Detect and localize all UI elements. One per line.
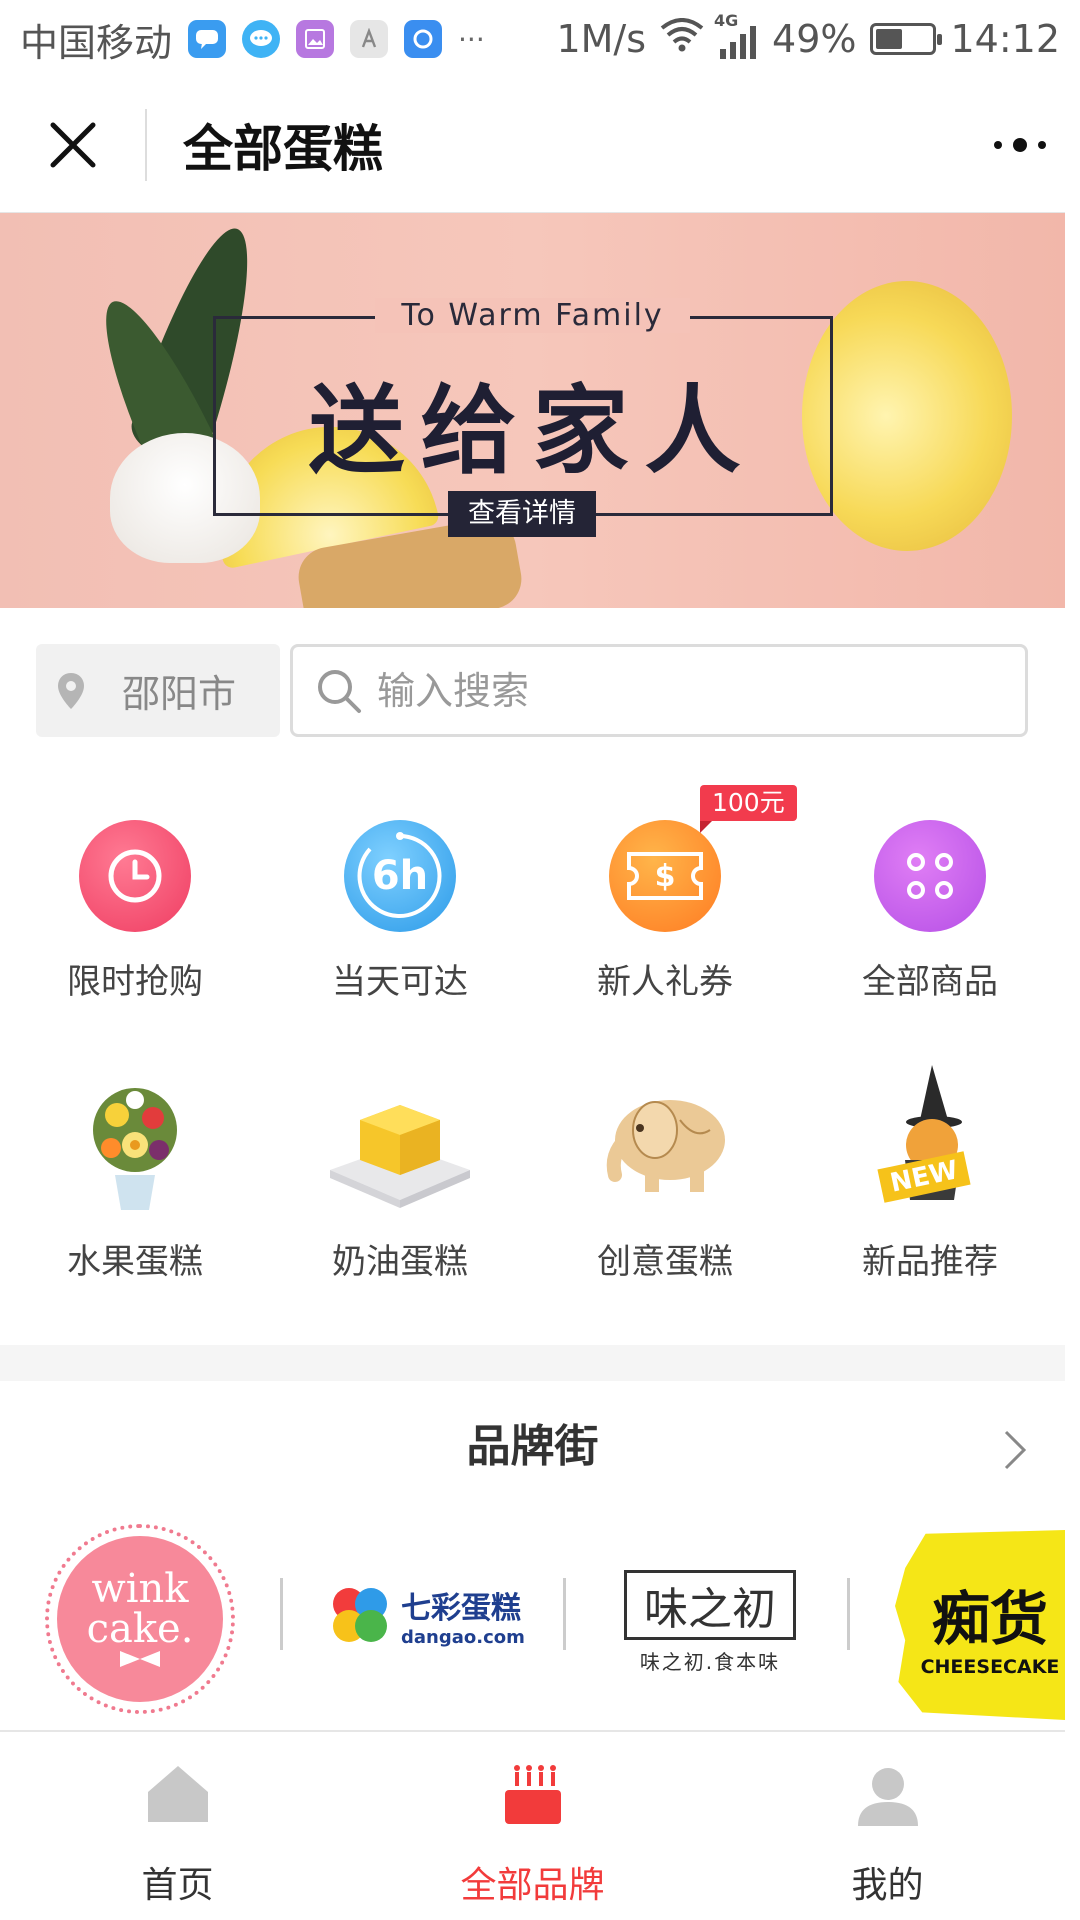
more-notifications-label: ··· — [458, 22, 485, 56]
category-same-day[interactable]: 6h 当天可达 — [265, 820, 535, 1050]
coupon-symbol: $ — [654, 858, 676, 894]
coupon-badge: 100元 — [700, 785, 797, 833]
wifi-icon — [660, 17, 704, 61]
category-new-arrivals[interactable]: NEW 新品推荐 — [795, 1060, 1065, 1290]
brand-street-more-button[interactable] — [996, 1420, 1036, 1480]
page-edge — [1065, 78, 1080, 1920]
search-icon — [318, 669, 361, 713]
battery-icon — [870, 23, 943, 55]
title-bar: 全部蛋糕 — [0, 78, 1080, 213]
chevron-right-icon — [1004, 1430, 1027, 1470]
clover-icon — [333, 1588, 387, 1642]
page-title: 全部蛋糕 — [183, 120, 383, 178]
cake-icon — [504, 1765, 561, 1824]
fruit-cake-image — [55, 1060, 215, 1220]
banner-subtitle: To Warm Family — [375, 298, 690, 333]
nav-mine[interactable]: 我的 — [710, 1732, 1065, 1920]
network-speed: 1M/s — [556, 17, 647, 61]
clock-icon — [79, 820, 191, 932]
location-selector[interactable]: 邵阳市 — [36, 644, 280, 737]
search-input[interactable] — [377, 668, 977, 713]
category-creative-cake[interactable]: 创意蛋糕 — [530, 1060, 800, 1290]
nav-home[interactable]: 首页 — [0, 1732, 355, 1920]
brand-subtitle: 味之初.食本味 — [639, 1650, 781, 1674]
brand-logo-chihuo[interactable]: 痴货 CHEESECAKE — [895, 1530, 1065, 1720]
brand-street-title: 品牌街 — [466, 1421, 599, 1472]
section-separator — [0, 1345, 1065, 1381]
home-icon — [147, 1766, 208, 1822]
brand-subtitle: CHEESECAKE — [920, 1656, 1060, 1678]
gallery-app-icon — [296, 20, 335, 58]
brand-name: 味之初 — [644, 1584, 776, 1635]
user-icon — [857, 1768, 918, 1826]
category-cream-cake[interactable]: 奶油蛋糕 — [265, 1060, 535, 1290]
nav-all-brands[interactable]: 全部品牌 — [355, 1732, 710, 1920]
network-type: 4G — [714, 11, 739, 30]
battery-percent: 49% — [772, 17, 857, 61]
font-app-icon — [350, 20, 389, 58]
nav-label: 我的 — [851, 1865, 924, 1906]
battery-fill — [876, 29, 903, 49]
category-flash-sale[interactable]: 限时抢购 — [0, 820, 270, 1050]
banner-headline: 送给家人 — [308, 375, 757, 487]
signal-icon: 4G — [714, 11, 758, 61]
bow-icon — [120, 1651, 160, 1667]
location-pin-icon — [58, 672, 84, 709]
browser-app-icon — [404, 20, 443, 58]
banner-details-button[interactable]: 查看详情 — [448, 491, 596, 537]
title-divider — [145, 109, 147, 181]
promo-banner[interactable]: To Warm Family 送给家人 查看详情 — [0, 213, 1065, 608]
category-label: 新品推荐 — [862, 1242, 998, 1282]
close-icon — [50, 122, 95, 168]
clock-time: 14:12 — [950, 17, 1060, 61]
brand-subtitle: dangao.com — [401, 1626, 525, 1648]
brand-name: 七彩蛋糕 — [401, 1590, 521, 1626]
brand-divider — [563, 1578, 566, 1650]
message-app-icon — [188, 20, 227, 58]
six-hour-icon: 6h — [344, 820, 456, 932]
chat-app-icon — [242, 20, 281, 58]
brand-name: cake. — [86, 1606, 194, 1652]
status-bar: 中国移动 ··· 1M/s 4G 49% 14:12 — [0, 0, 1080, 78]
category-label: 限时抢购 — [67, 962, 203, 1002]
brand-logo-wink-cake[interactable]: wink cake. — [45, 1524, 235, 1714]
carrier-label: 中国移动 — [20, 20, 173, 65]
category-label: 全部商品 — [862, 962, 998, 1002]
six-hour-text: 6h — [371, 853, 429, 899]
brand-logo-weizhichu[interactable]: 味之初 味之初.食本味 — [620, 1570, 800, 1680]
nav-label: 全部品牌 — [460, 1865, 605, 1906]
nav-label: 首页 — [141, 1865, 214, 1906]
category-label: 奶油蛋糕 — [332, 1242, 468, 1282]
grid-dots-icon — [874, 820, 986, 932]
brand-name: wink — [91, 1566, 189, 1612]
search-bar[interactable] — [290, 644, 1028, 737]
brand-logo-qicai[interactable]: 七彩蛋糕 dangao.com — [325, 1570, 535, 1660]
category-all-products[interactable]: 全部商品 — [795, 820, 1065, 1050]
page: 中国移动 ··· 1M/s 4G 49% 14:12 全部蛋糕 To Warm … — [0, 0, 1080, 1920]
category-label: 新人礼券 — [597, 962, 733, 1002]
category-label: 创意蛋糕 — [597, 1242, 733, 1282]
category-fruit-cake[interactable]: 水果蛋糕 — [0, 1060, 270, 1290]
more-options-button[interactable] — [960, 78, 1080, 213]
bottom-navigation: 首页 全部品牌 我的 — [0, 1730, 1065, 1920]
category-label: 水果蛋糕 — [67, 1242, 203, 1282]
brand-divider — [847, 1578, 850, 1650]
new-product-image: NEW — [850, 1060, 1010, 1220]
category-new-user-coupon[interactable]: $ 新人礼券 — [530, 820, 800, 1050]
close-button[interactable] — [0, 78, 145, 213]
location-city: 邵阳市 — [122, 672, 237, 716]
brand-name: 痴货 — [931, 1585, 1048, 1653]
cream-cake-image — [320, 1060, 480, 1220]
elephant-cake-image — [585, 1060, 745, 1220]
category-label: 当天可达 — [332, 962, 468, 1002]
coupon-icon: $ — [609, 820, 721, 932]
more-dots-icon — [994, 138, 1046, 152]
brand-divider — [280, 1578, 283, 1650]
brand-list: wink cake. 七彩蛋糕 dangao.com 味之初 味之初.食本味 痴… — [0, 1510, 1065, 1730]
